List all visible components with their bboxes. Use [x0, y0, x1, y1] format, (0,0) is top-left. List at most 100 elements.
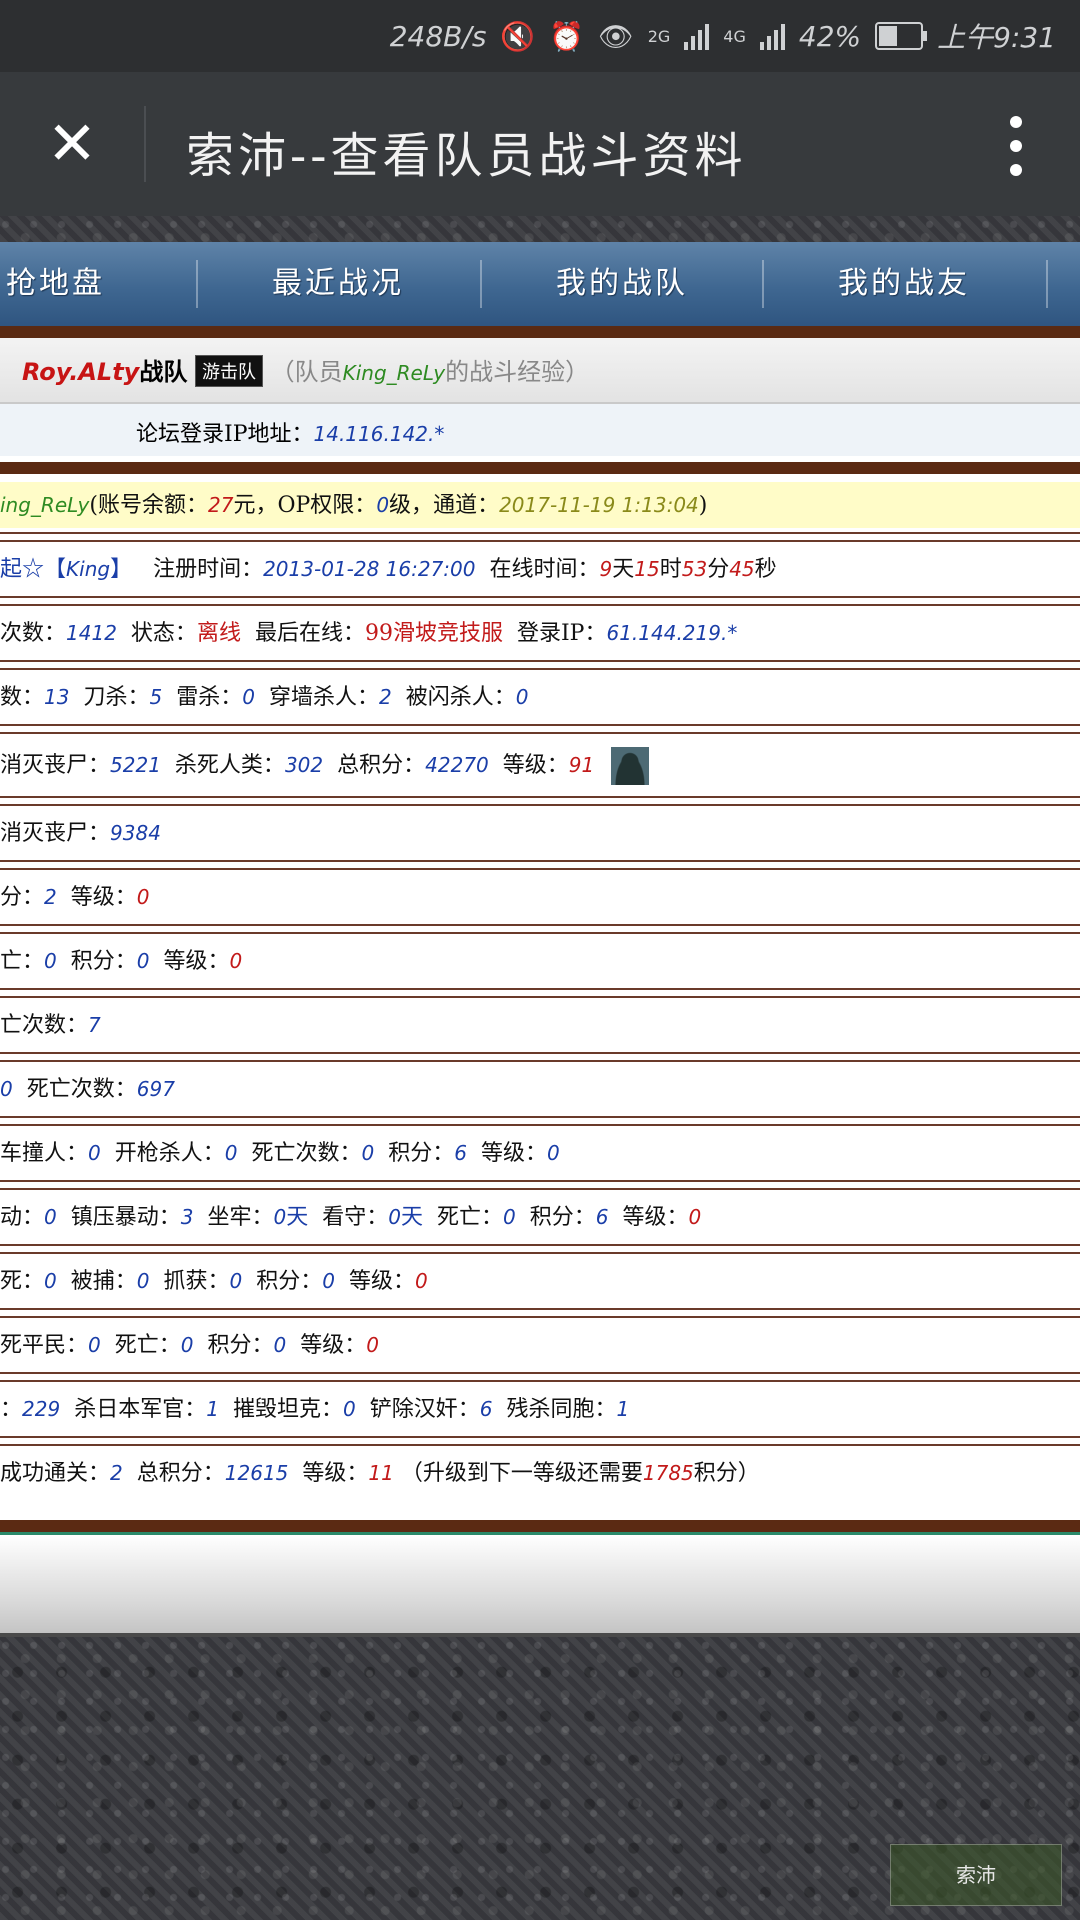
stats-row: 亡次数：7: [0, 1002, 1080, 1048]
stat-label: 等级：: [302, 1461, 369, 1486]
stat-value: 13: [44, 685, 70, 709]
team-suffix: 战队: [139, 357, 188, 386]
count-value: 1412: [66, 621, 117, 645]
stat-value: 0: [515, 685, 529, 709]
stat-label: 穿墙杀人：: [268, 685, 379, 710]
stat-value: 0: [229, 949, 243, 973]
stat-label: 总积分：: [136, 1461, 225, 1486]
stat-value: 0: [44, 1269, 57, 1293]
stat-label: 积分：: [70, 949, 137, 974]
stat-value: 3: [180, 1205, 194, 1229]
row-divider: [0, 660, 1080, 670]
nav-item-recent-battles[interactable]: 最近战况: [272, 242, 404, 326]
account-row: ing_ReLy(账号余额：27元，OP权限：0级，通道：2017-11-19 …: [0, 482, 1080, 528]
row-divider: [0, 1372, 1080, 1382]
rank-prefix: 起☆【: [0, 557, 67, 582]
more-vertical-icon[interactable]: [1010, 116, 1022, 176]
login-ip: 61.144.219.*: [606, 621, 738, 645]
stat-label: 死亡次数：: [251, 1141, 362, 1166]
stat-value: 5: [149, 685, 163, 709]
online-hours: 15: [634, 557, 660, 581]
stat-value: 697: [136, 1077, 175, 1101]
unit-day: 天: [612, 557, 635, 582]
stats-row: 消灭丧尸：9384: [0, 810, 1080, 856]
stat-value: 0: [273, 1205, 287, 1229]
mute-icon: 🔇: [500, 19, 536, 53]
stats-row: 亡：0 积分：0 等级：0: [0, 938, 1080, 984]
row-divider: [0, 1308, 1080, 1318]
main-content: Roy.ALty战队 游击队 （队员King_ReLy的战斗经验） 论坛登录IP…: [0, 338, 1080, 1634]
stat-value: 0: [688, 1205, 702, 1229]
nav-item-my-team[interactable]: 我的战队: [556, 242, 688, 326]
nav-bar: 抢地盘 最近战况 我的战队 我的战友: [0, 242, 1080, 338]
stat-value: 0: [136, 1269, 150, 1293]
stat-value: 6: [454, 1141, 467, 1165]
stat-value: 2: [44, 885, 57, 909]
stat-label: 等级：: [163, 949, 230, 974]
stat-value: 1785: [642, 1461, 694, 1485]
stat-value: 0: [88, 1141, 101, 1165]
nav-item-my-comrades[interactable]: 我的战友: [838, 242, 970, 326]
stat-label: 残杀同胞：: [506, 1397, 617, 1422]
stats-row: 成功通关：2 总积分：12615 等级：11 （升级到下一等级还需要1785积分…: [0, 1450, 1080, 1496]
nav-divider: [480, 260, 482, 308]
alarm-icon: ⏰: [549, 19, 585, 53]
stat-label: 杀死人类：: [174, 753, 285, 778]
battery-icon: [875, 22, 928, 50]
stat-label: 镇压暴动：: [70, 1205, 181, 1230]
stat-label: 等级：: [300, 1333, 367, 1358]
row-divider: [0, 988, 1080, 998]
team-name[interactable]: Roy.ALty: [22, 358, 139, 386]
nav-item-grab-territory[interactable]: 抢地盘: [6, 242, 105, 326]
op-unit: 级，: [389, 493, 434, 518]
online-seconds: 45: [729, 557, 755, 581]
stat-label: 动：: [0, 1205, 45, 1230]
team-header: Roy.ALty战队 游击队 （队员King_ReLy的战斗经验）: [0, 338, 1080, 404]
title-bar: ✕ 索沛--查看队员战斗资料: [0, 72, 1080, 216]
row-divider: [0, 924, 1080, 934]
stat-label: 被闪杀人：: [405, 685, 516, 710]
stat-value: 0: [322, 1269, 335, 1293]
team-badge: 游击队: [194, 355, 263, 387]
stat-value: 1: [616, 1397, 630, 1421]
member-name[interactable]: King_ReLy: [343, 361, 446, 385]
account-name: ing_ReLy: [0, 493, 90, 517]
stat-value: 0: [44, 949, 57, 973]
stats-row: 0 死亡次数：697: [0, 1066, 1080, 1112]
count-label: 次数：: [0, 621, 67, 646]
signal-2g-icon: [684, 22, 710, 50]
stat-value: 11: [368, 1461, 394, 1485]
stat-value: 0: [224, 1141, 238, 1165]
op-label: OP权限：: [277, 493, 377, 518]
nav-divider: [762, 260, 764, 308]
stats-row: 死平民：0 死亡：0 积分：0 等级：0: [0, 1322, 1080, 1368]
online-days: 9: [599, 557, 613, 581]
clock: 上午9:31: [937, 21, 1056, 54]
last-online-label: 最后在线：: [254, 621, 365, 646]
stat-label: 成功通关：: [0, 1461, 111, 1486]
stat-label: 抓获：: [163, 1269, 230, 1294]
stat-label: ：: [0, 1397, 23, 1422]
stat-value: 5221: [110, 753, 161, 777]
stat-value: 0: [547, 1141, 560, 1165]
stat-value: 6: [595, 1205, 609, 1229]
stat-label: 积分：: [207, 1333, 274, 1358]
stat-label: 死平民：: [0, 1333, 89, 1358]
row-divider: [0, 1436, 1080, 1446]
stat-label: 杀日本军官：: [74, 1397, 207, 1422]
state-value: 离线: [196, 621, 241, 646]
stat-label: 雷杀：: [176, 685, 243, 710]
close-icon[interactable]: ✕: [44, 114, 100, 174]
net-4g-label: 4G: [723, 26, 746, 46]
eye-icon: 👁: [598, 19, 634, 53]
title-separator: [144, 106, 146, 182]
stat-value: 0: [361, 1141, 375, 1165]
stat-unit: 天: [286, 1205, 309, 1230]
op-level: 0: [376, 493, 390, 517]
stats-row: ：229 杀日本军官：1 摧毁坦克：0 铲除汉奸：6 残杀同胞：1: [0, 1386, 1080, 1432]
stat-value: 9384: [110, 821, 161, 845]
stat-label: 车撞人：: [0, 1141, 89, 1166]
stat-value: 0: [415, 1269, 428, 1293]
stat-label: 亡次数：: [0, 1013, 89, 1038]
stat-value: 12615: [224, 1461, 289, 1485]
